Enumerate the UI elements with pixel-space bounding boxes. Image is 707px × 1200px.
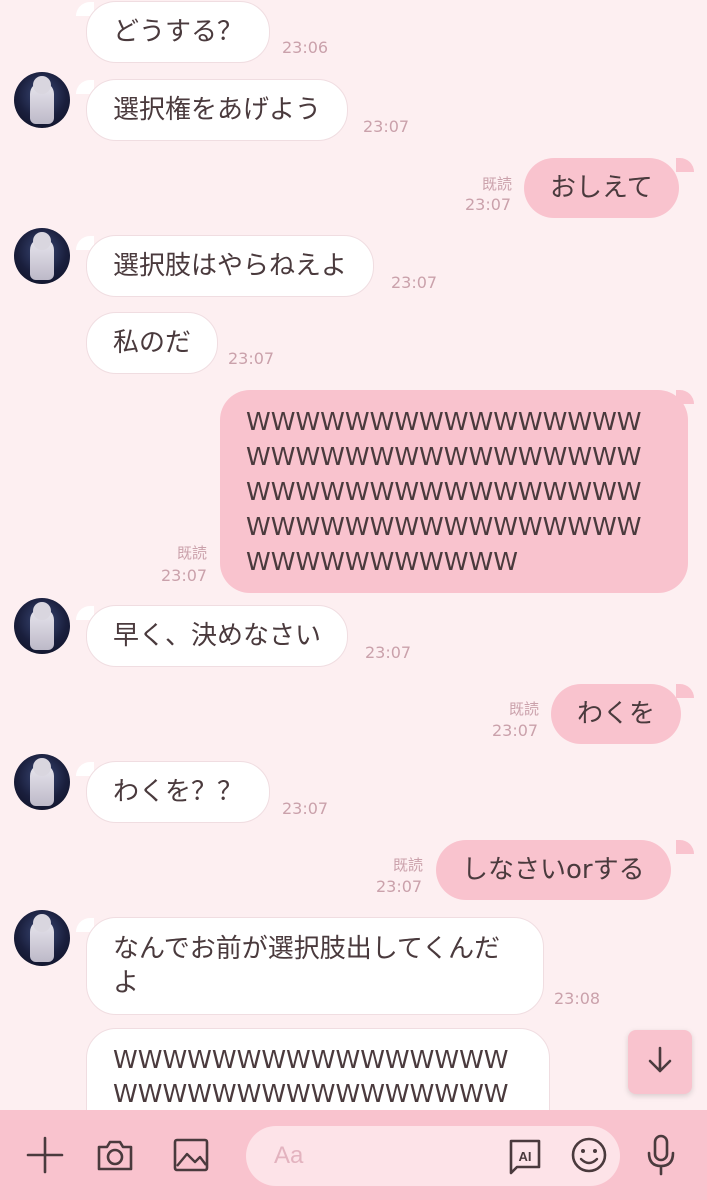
message-bubble[interactable]: 選択肢はやらねえよ <box>86 235 375 297</box>
emoji-icon[interactable] <box>564 1130 614 1180</box>
message-bubble[interactable]: どうする？ <box>86 1 271 63</box>
avatar[interactable] <box>14 72 70 128</box>
message-time: 23:07 <box>391 273 438 292</box>
ai-icon[interactable]: AI <box>500 1130 550 1180</box>
message-bubble[interactable]: 早く、決めなさい <box>86 605 349 667</box>
message-bubble[interactable]: 私のだ <box>86 312 219 374</box>
avatar[interactable] <box>14 910 70 966</box>
avatar[interactable] <box>14 598 70 654</box>
message-time: 23:07 <box>363 117 410 136</box>
microphone-icon[interactable] <box>636 1130 686 1180</box>
message-time: 23:07 <box>161 566 208 585</box>
chat-area[interactable]: どうする？ 23:06 選択権をあげよう 23:07 既読 23:07 おしえて… <box>0 0 707 1110</box>
avatar[interactable] <box>14 228 70 284</box>
message-bubble[interactable]: WWWWWWWWWWWWWWWWWWWWWWWWWWWWWWWWWWWWWWWW… <box>220 390 688 593</box>
scroll-to-bottom-button[interactable] <box>628 1030 692 1094</box>
message-toolbar: Aa AI <box>0 1110 707 1200</box>
read-receipt: 既読 <box>509 700 540 718</box>
message-time: 23:07 <box>376 877 423 896</box>
message-bubble[interactable]: WWWWWWWWWWWWWWWWWWWWWWWWWWWWWWWWWW <box>86 1028 550 1110</box>
message-bubble[interactable]: しなさいorする <box>436 840 671 900</box>
message-time: 23:08 <box>554 989 601 1008</box>
image-icon[interactable] <box>166 1130 216 1180</box>
message-time: 23:07 <box>465 195 512 214</box>
message-bubble[interactable]: わくを？？ <box>86 761 271 823</box>
message-bubble[interactable]: 選択権をあげよう <box>86 79 349 141</box>
plus-icon[interactable] <box>20 1130 70 1180</box>
read-receipt: 既読 <box>482 175 513 193</box>
read-receipt: 既読 <box>177 544 208 562</box>
message-time: 23:07 <box>492 721 539 740</box>
read-receipt: 既読 <box>393 856 424 874</box>
message-time: 23:07 <box>365 643 412 662</box>
ai-icon-label: AI <box>519 1149 532 1164</box>
message-time: 23:06 <box>282 38 329 57</box>
camera-icon[interactable] <box>90 1130 140 1180</box>
message-bubble[interactable]: なんでお前が選択肢出してくんだよ <box>86 917 544 1015</box>
message-time: 23:07 <box>282 799 329 818</box>
message-bubble[interactable]: おしえて <box>524 158 679 218</box>
avatar[interactable] <box>14 754 70 810</box>
message-bubble[interactable]: わくを <box>551 684 682 744</box>
message-time: 23:07 <box>228 349 275 368</box>
arrow-down-icon <box>645 1045 675 1079</box>
